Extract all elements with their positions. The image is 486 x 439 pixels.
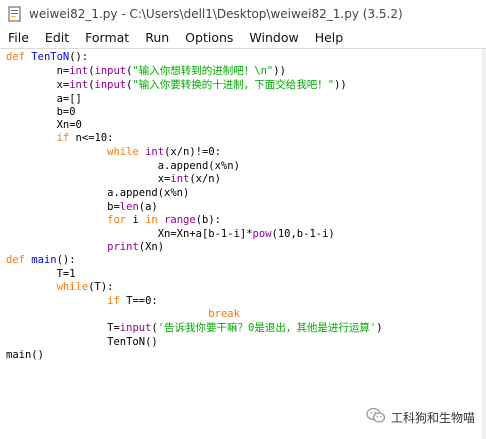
menu-window[interactable]: Window: [241, 30, 306, 45]
menu-edit[interactable]: Edit: [37, 30, 77, 45]
code-line: def TenToN():: [6, 51, 89, 63]
code-editor[interactable]: def TenToN(): n=int(input("输入你想转到的进制吧！\n…: [0, 49, 482, 439]
code-line: print(Xn): [107, 241, 165, 253]
code-line: b=0: [6, 106, 76, 118]
code-line: TenToN(): [6, 336, 158, 348]
code-line: break: [208, 308, 240, 320]
code-line: b=len(a): [6, 201, 158, 213]
watermark: 工科狗和生物喵: [366, 407, 475, 428]
code-line: Xn=0: [6, 119, 82, 131]
code-line: x=int(input("输入你要转换的十进制，下面交给我吧！")): [6, 79, 347, 91]
menu-run[interactable]: Run: [137, 30, 177, 45]
code-line: a.append(x%n): [6, 187, 190, 199]
code-line: T=input('告诉我你要干嘛？0是退出，其他是进行运算'): [6, 322, 383, 334]
code-line: x=int(x/n): [6, 173, 221, 185]
code-line: def main():: [6, 254, 76, 266]
title-bar: weiwei82_1.py - C:\Users\dell1\Desktop\w…: [0, 0, 486, 27]
watermark-text: 工科狗和生物喵: [391, 411, 476, 425]
code-line: while(T):: [56, 281, 114, 293]
code-line: Xn=Xn+a[b-1-i]*pow(10,b-1-i): [6, 228, 335, 240]
wechat-icon: [366, 407, 386, 428]
menu-options[interactable]: Options: [177, 30, 241, 45]
code-line: T=1: [6, 268, 76, 280]
code-line: if n<=10:: [56, 132, 114, 144]
code-line: n=int(input("输入你想转到的进制吧！\n")): [6, 65, 286, 77]
python-idle-icon: [7, 6, 23, 22]
menu-bar: File Edit Format Run Options Window Help: [0, 27, 486, 49]
code-line: while int(x/n)!=0:: [107, 146, 221, 158]
code-line: a=[]: [6, 93, 82, 105]
code-line: for i in range(b):: [107, 214, 221, 226]
menu-file[interactable]: File: [0, 30, 37, 45]
code-line: main(): [6, 349, 44, 361]
menu-help[interactable]: Help: [307, 30, 352, 45]
vertical-scrollbar[interactable]: [482, 49, 486, 439]
code-line: if T==0:: [107, 295, 158, 307]
window-title: weiwei82_1.py - C:\Users\dell1\Desktop\w…: [29, 6, 403, 21]
menu-format[interactable]: Format: [77, 30, 137, 45]
code-line: a.append(x%n): [6, 160, 240, 172]
